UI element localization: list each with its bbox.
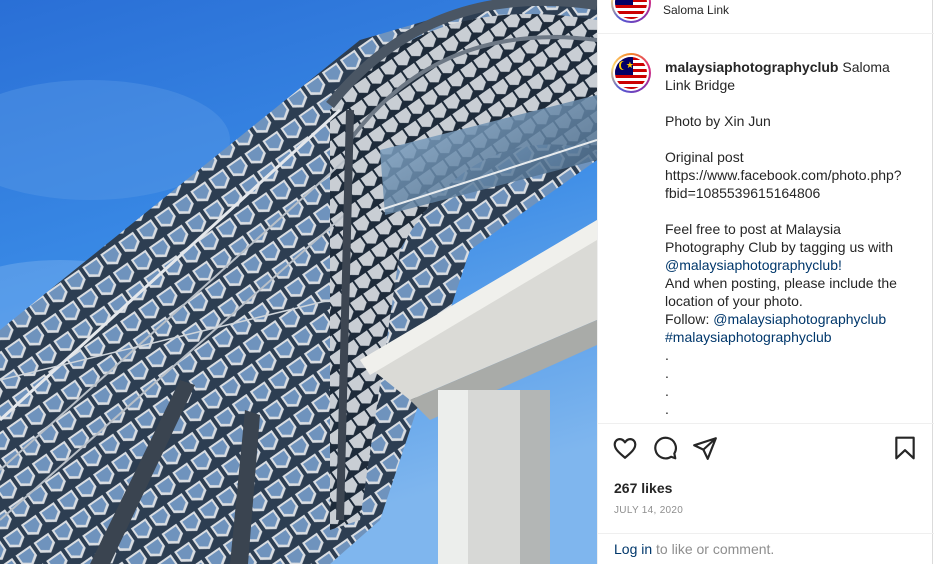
caption-photo-credit: Photo by Xin Jun bbox=[665, 113, 771, 129]
location-link[interactable]: Saloma Link bbox=[663, 3, 729, 17]
heart-icon[interactable] bbox=[612, 435, 640, 463]
post-photo[interactable] bbox=[0, 0, 597, 564]
caption-when-posting: And when posting, please include the loc… bbox=[665, 275, 901, 309]
login-link[interactable]: Log in bbox=[614, 541, 652, 557]
caption-follow-link[interactable]: @malaysiaphotographyclub bbox=[713, 311, 886, 327]
malaysia-flag-icon: ★ bbox=[615, 0, 647, 19]
caption-area: ★ malaysiaphotographyclub Saloma Link Br… bbox=[598, 35, 934, 423]
caption-hashtag-link[interactable]: #malaysiaphotographyclub bbox=[665, 329, 832, 345]
login-prompt-text: to like or comment. bbox=[652, 541, 775, 557]
bookmark-icon[interactable] bbox=[892, 435, 920, 463]
paper-plane-icon[interactable] bbox=[692, 435, 720, 463]
avatar[interactable]: ★ bbox=[611, 53, 651, 93]
avatar[interactable]: ★ bbox=[611, 0, 651, 23]
caption-username[interactable]: malaysiaphotographyclub bbox=[665, 59, 838, 75]
caption-dots: . . . . bbox=[665, 347, 669, 417]
caption-original-url: https://www.facebook.com/photo.php?fbid=… bbox=[665, 167, 902, 201]
caption-feel-free: Feel free to post at Malaysia Photograph… bbox=[665, 221, 897, 255]
caption-follow-label: Follow: bbox=[665, 311, 714, 327]
post-caption: malaysiaphotographyclub Saloma Link Brid… bbox=[665, 58, 915, 418]
likes-count[interactable]: 267 likes bbox=[614, 480, 672, 496]
post-side-panel: ★ Saloma Link ••• ★ malaysiaphotographyc… bbox=[597, 0, 934, 564]
comment-bubble-icon[interactable] bbox=[652, 435, 680, 463]
post-date: JULY 14, 2020 bbox=[614, 505, 684, 516]
more-dots-icon[interactable]: ••• bbox=[894, 0, 914, 8]
post-actions: 267 likes JULY 14, 2020 bbox=[598, 423, 934, 533]
login-prompt: Log in to like or comment. bbox=[598, 533, 934, 564]
caption-mention-link[interactable]: @malaysiaphotographyclub! bbox=[665, 257, 842, 273]
malaysia-flag-icon: ★ bbox=[615, 57, 647, 89]
caption-original-label: Original post bbox=[665, 149, 744, 165]
post-header: ★ Saloma Link ••• bbox=[598, 0, 934, 34]
bridge-photo bbox=[0, 0, 597, 564]
